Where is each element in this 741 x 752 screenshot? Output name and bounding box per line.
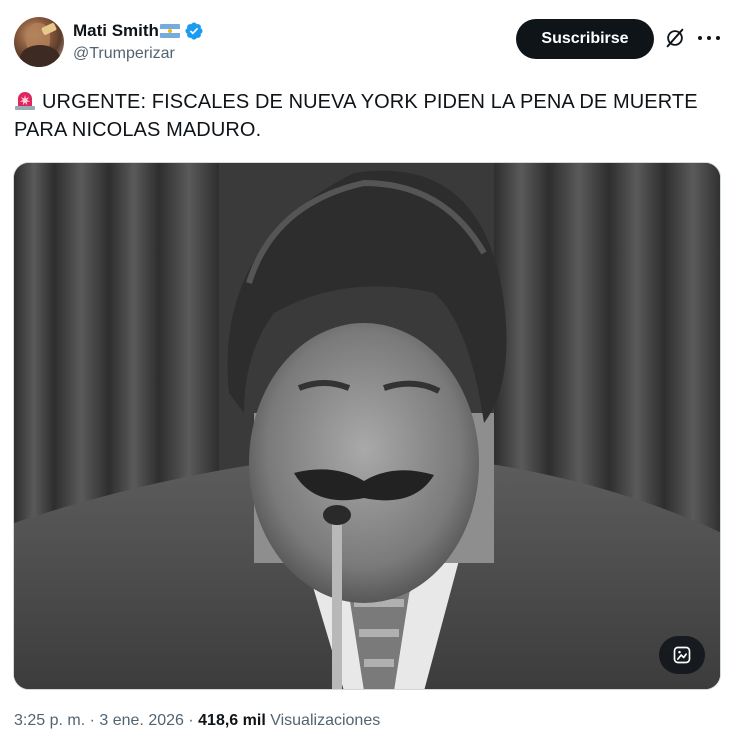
tweet-time[interactable]: 3:25 p. m. — [14, 712, 85, 729]
views-label: Visualizaciones — [270, 712, 381, 729]
verified-badge-icon[interactable] — [184, 21, 204, 41]
grok-icon[interactable] — [664, 27, 686, 49]
photo-image — [14, 163, 720, 689]
image-edit-button[interactable] — [659, 636, 705, 674]
more-icon[interactable] — [698, 29, 720, 47]
handle[interactable]: @Trumperizar — [73, 45, 204, 63]
tweet-text: URGENTE: FISCALES DE NUEVA YORK PIDEN LA… — [14, 88, 724, 144]
display-name[interactable]: Mati Smith — [73, 21, 159, 41]
author-block: Mati Smith @Trumperizar — [73, 19, 204, 63]
views-count[interactable]: 418,6 mil — [198, 712, 266, 729]
avatar[interactable] — [14, 17, 64, 67]
tweet-date[interactable]: 3 ene. 2026 — [99, 712, 184, 729]
subscribe-button[interactable]: Suscribirse — [516, 19, 654, 59]
argentina-flag-icon — [159, 24, 180, 38]
tweet-text-body: URGENTE: FISCALES DE NUEVA YORK PIDEN LA… — [14, 91, 698, 141]
tweet-header: Mati Smith @Trumperizar Suscribirse — [14, 17, 727, 71]
tweet-photo[interactable] — [13, 162, 721, 690]
meta-separator: · — [89, 712, 95, 729]
police-siren-icon — [15, 92, 35, 110]
image-edit-icon — [673, 646, 691, 664]
tweet-meta: 3:25 p. m. · 3 ene. 2026 · 418,6 mil Vis… — [14, 712, 380, 730]
meta-separator-2: · — [188, 712, 194, 729]
